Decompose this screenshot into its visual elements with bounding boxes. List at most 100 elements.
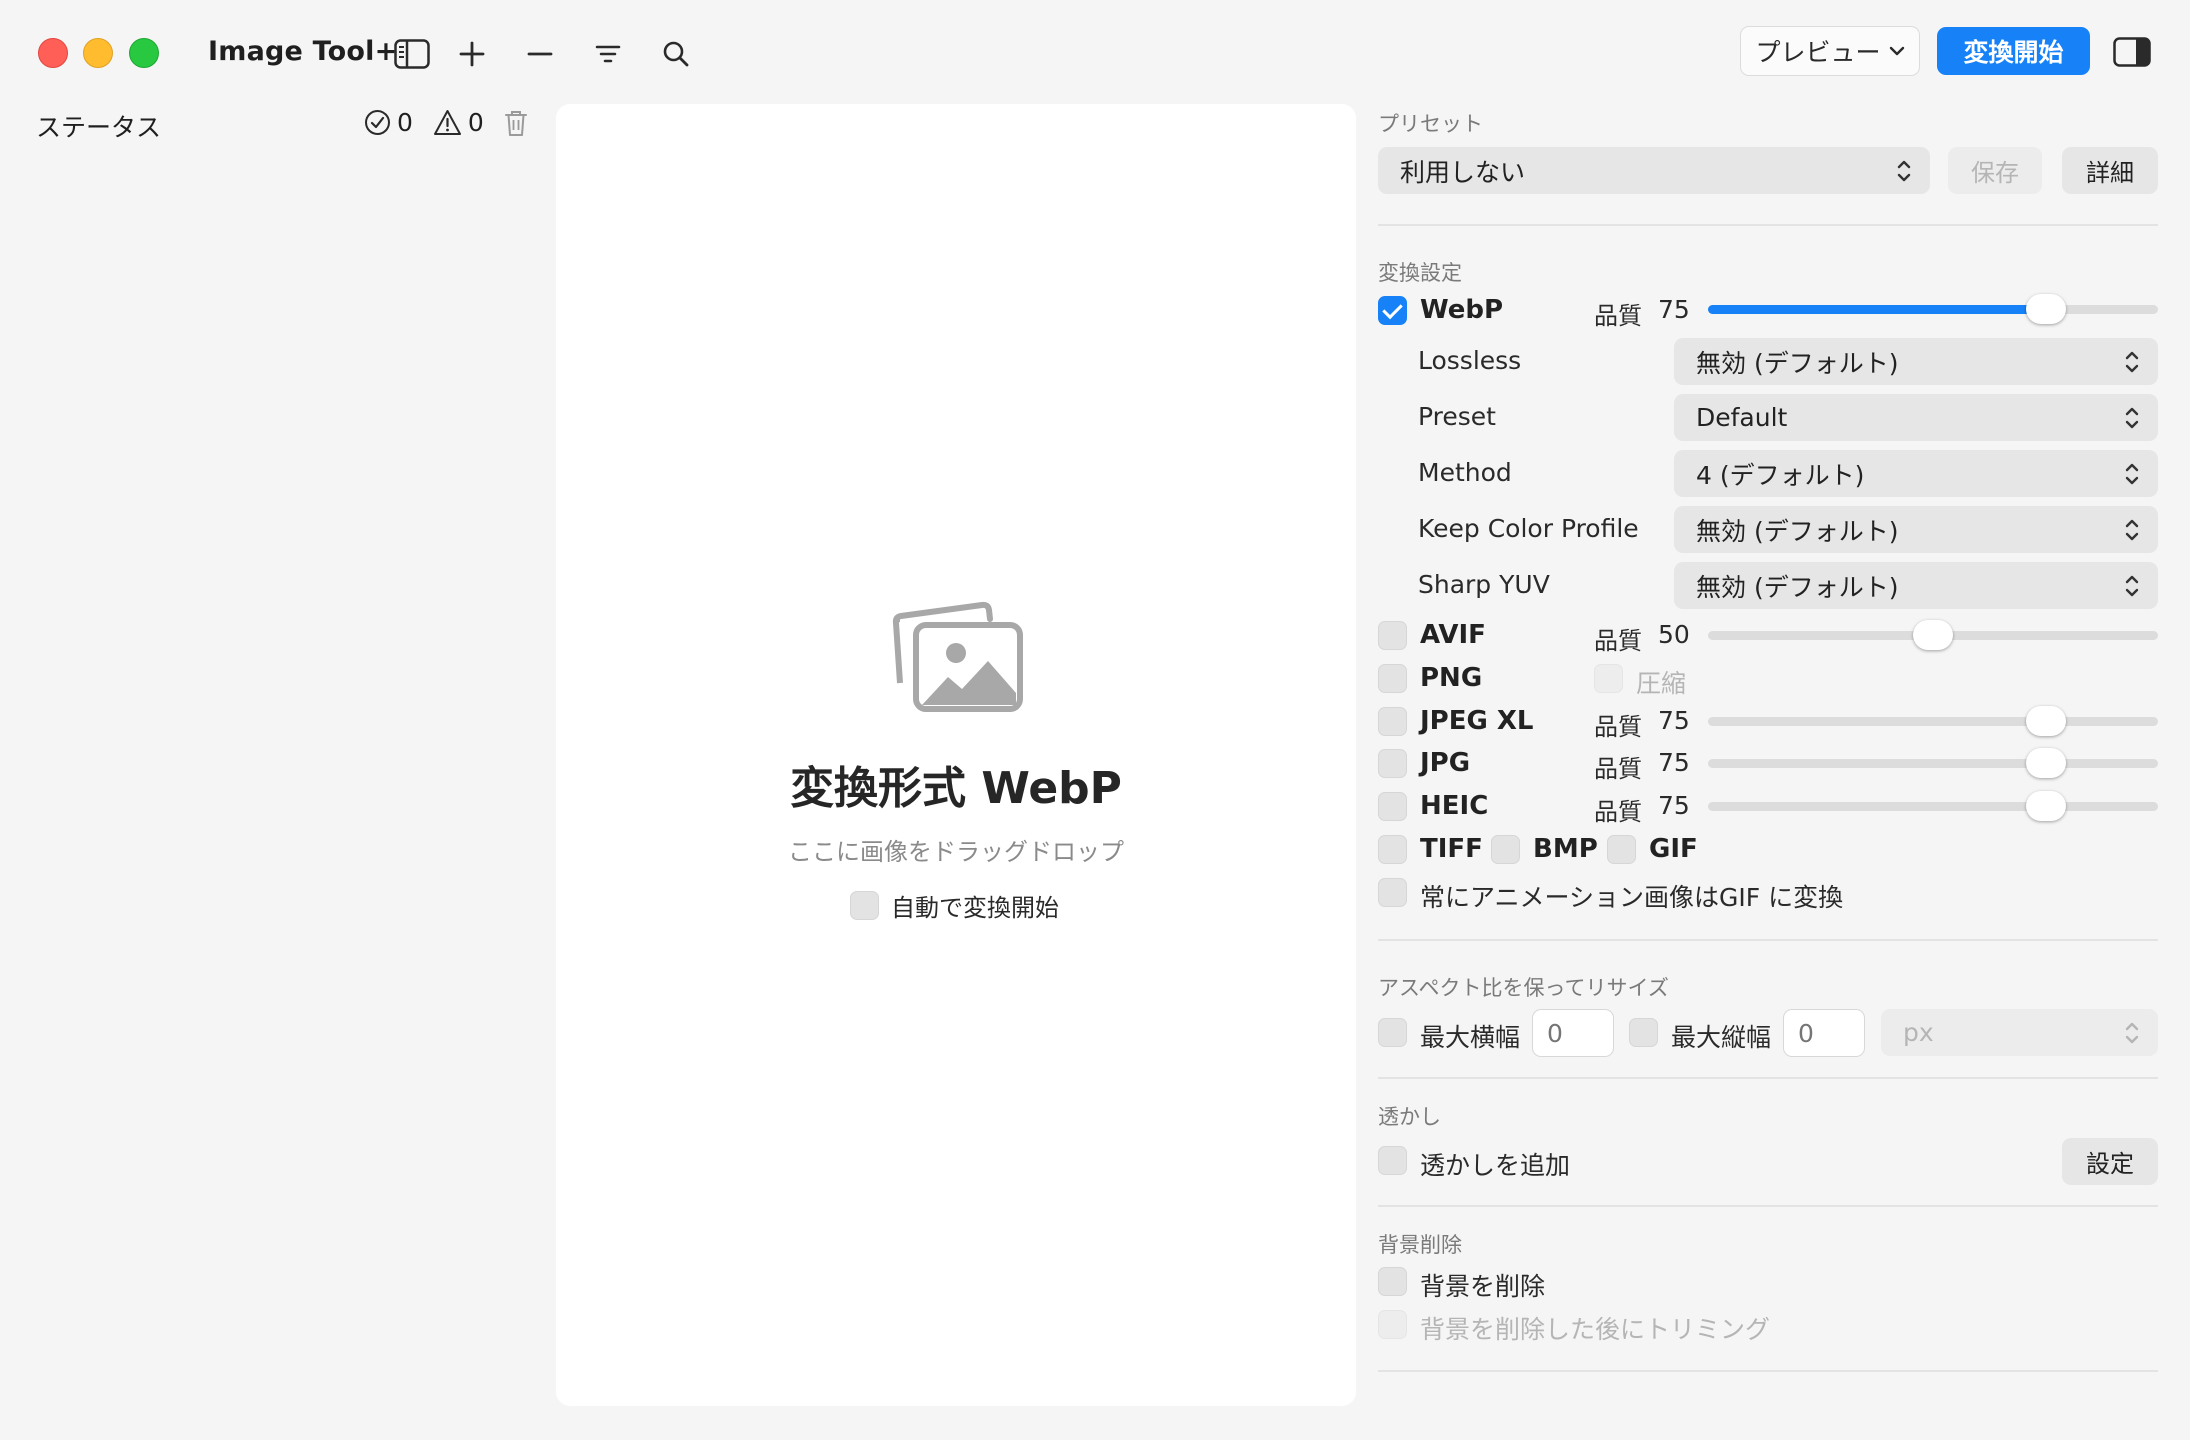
webp-quality-value: 75	[1658, 295, 1690, 324]
avif-quality-value: 50	[1658, 620, 1690, 649]
preset-option-label: Preset	[1418, 402, 1496, 431]
max-width-checkbox[interactable]	[1378, 1018, 1407, 1047]
trash-icon[interactable]	[504, 109, 528, 137]
heic-quality-slider[interactable]	[1708, 791, 2158, 821]
minimize-window-button[interactable]	[83, 38, 113, 68]
warning-count: 0	[467, 108, 484, 137]
app-title: Image Tool+	[208, 36, 398, 67]
keep-color-profile-select[interactable]: 無効 (デフォルト)	[1674, 506, 2158, 553]
jpg-quality-value: 75	[1658, 748, 1690, 777]
inspector-toggle-icon[interactable]	[2112, 32, 2152, 72]
bmp-label: BMP	[1533, 834, 1598, 864]
png-checkbox[interactable]	[1378, 664, 1407, 693]
status-label: ステータス	[36, 113, 162, 142]
animation-gif-label: 常にアニメーション画像はGIF に変換	[1420, 883, 1844, 912]
sharp-yuv-select[interactable]: 無効 (デフォルト)	[1674, 562, 2158, 609]
drop-title: 変換形式 WebP	[790, 763, 1122, 814]
add-watermark-checkbox[interactable]	[1378, 1146, 1407, 1175]
background-section-label: 背景削除	[1378, 1233, 1462, 1257]
remove-background-checkbox[interactable]	[1378, 1267, 1407, 1296]
webp-quality-label: 品質	[1594, 302, 1642, 330]
preview-label: プレビュー	[1755, 38, 1881, 67]
heic-quality-value: 75	[1658, 791, 1690, 820]
jpg-checkbox[interactable]	[1378, 749, 1407, 778]
preview-dropdown-button[interactable]: プレビュー	[1740, 26, 1920, 76]
sidebar-toggle-icon[interactable]	[392, 34, 432, 74]
max-height-input[interactable]	[1783, 1009, 1865, 1057]
png-compress-checkbox[interactable]	[1594, 664, 1623, 693]
preset-detail-button[interactable]: 詳細	[2062, 147, 2158, 194]
up-down-chevron-icon	[2125, 407, 2139, 429]
remove-icon[interactable]	[520, 34, 560, 74]
webp-checkbox[interactable]	[1378, 296, 1407, 325]
filter-icon[interactable]	[588, 34, 628, 74]
trim-after-remove-checkbox[interactable]	[1378, 1310, 1407, 1339]
gif-checkbox[interactable]	[1607, 835, 1636, 864]
divider	[1378, 224, 2158, 226]
close-window-button[interactable]	[38, 38, 68, 68]
add-watermark-label: 透かしを追加	[1420, 1151, 1571, 1180]
jpegxl-slider-knob[interactable]	[2025, 706, 2066, 736]
unit-select[interactable]: px	[1881, 1009, 2158, 1056]
webp-slider-knob[interactable]	[2025, 294, 2066, 324]
animation-gif-checkbox[interactable]	[1378, 878, 1407, 907]
jpegxl-quality-value: 75	[1658, 706, 1690, 735]
heic-checkbox[interactable]	[1378, 792, 1407, 821]
max-height-checkbox[interactable]	[1629, 1018, 1658, 1047]
webp-preset-select[interactable]: Default	[1674, 394, 2158, 441]
start-convert-button[interactable]: 変換開始	[1937, 27, 2090, 75]
method-select[interactable]: 4 (デフォルト)	[1674, 450, 2158, 497]
keep-color-profile-label: Keep Color Profile	[1418, 514, 1639, 543]
add-icon[interactable]	[452, 34, 492, 74]
tiff-checkbox[interactable]	[1378, 835, 1407, 864]
jpegxl-quality-label: 品質	[1594, 713, 1642, 741]
up-down-chevron-icon	[1897, 160, 1911, 182]
avif-checkbox[interactable]	[1378, 621, 1407, 650]
bmp-checkbox[interactable]	[1491, 835, 1520, 864]
jpg-quality-slider[interactable]	[1708, 748, 2158, 778]
preset-value: 利用しない	[1400, 157, 1526, 187]
max-width-label: 最大横幅	[1420, 1023, 1521, 1052]
status-counts: 0 0	[364, 108, 528, 137]
preset-select[interactable]: 利用しない	[1378, 147, 1930, 194]
drop-subtitle: ここに画像をドラッグドロップ	[788, 838, 1124, 866]
jpg-slider-knob[interactable]	[2025, 748, 2066, 778]
lossless-select[interactable]: 無効 (デフォルト)	[1674, 338, 2158, 385]
resize-section-label: アスペクト比を保ってリサイズ	[1378, 976, 1669, 1000]
sharp-yuv-value: 無効 (デフォルト)	[1696, 572, 1899, 602]
lossless-label: Lossless	[1418, 346, 1522, 375]
jpg-label: JPG	[1420, 748, 1471, 778]
tiff-label: TIFF	[1420, 834, 1483, 864]
max-width-input[interactable]	[1532, 1009, 1614, 1057]
preset-save-button[interactable]: 保存	[1948, 147, 2042, 194]
heic-quality-label: 品質	[1594, 798, 1642, 826]
auto-convert-checkbox[interactable]	[850, 891, 879, 920]
warning-icon	[433, 110, 461, 135]
drop-zone[interactable]: 変換形式 WebP ここに画像をドラッグドロップ 自動で変換開始	[556, 104, 1356, 1406]
auto-convert-label: 自動で変換開始	[891, 894, 1059, 922]
zoom-window-button[interactable]	[129, 38, 159, 68]
avif-quality-label: 品質	[1594, 627, 1642, 655]
jpegxl-quality-slider[interactable]	[1708, 706, 2158, 736]
png-compress-label: 圧縮	[1636, 669, 1687, 698]
divider	[1378, 1370, 2158, 1372]
success-check-icon	[365, 110, 390, 135]
heic-label: HEIC	[1420, 791, 1489, 821]
chevron-down-icon	[1889, 46, 1904, 56]
jpegxl-label: JPEG XL	[1420, 706, 1534, 736]
avif-quality-slider[interactable]	[1708, 620, 2158, 650]
up-down-chevron-icon	[2125, 463, 2139, 485]
avif-slider-knob[interactable]	[1913, 620, 1953, 650]
up-down-chevron-icon	[2125, 519, 2139, 541]
search-icon[interactable]	[656, 34, 696, 74]
auto-convert-toggle[interactable]: 自動で変換開始	[850, 888, 1059, 923]
jpegxl-checkbox[interactable]	[1378, 707, 1407, 736]
webp-quality-slider[interactable]	[1708, 294, 2158, 324]
watermark-settings-button[interactable]: 設定	[2062, 1138, 2158, 1185]
images-icon	[892, 601, 1023, 712]
heic-slider-knob[interactable]	[2025, 791, 2066, 821]
remove-background-label: 背景を削除	[1420, 1272, 1546, 1301]
png-label: PNG	[1420, 663, 1483, 693]
webp-label: WebP	[1420, 295, 1504, 325]
jpg-quality-label: 品質	[1594, 755, 1642, 783]
